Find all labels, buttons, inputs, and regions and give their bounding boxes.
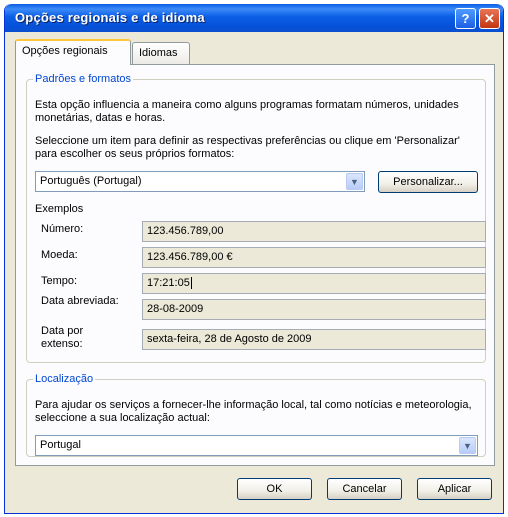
standards-group: Padrões e formatos Esta opção influencia… <box>26 73 486 363</box>
help-icon[interactable]: ? <box>455 8 476 29</box>
standards-group-title: Padrões e formatos <box>35 73 131 85</box>
example-value-short-date: 28-08-2009 <box>142 299 486 320</box>
example-value-long-date: sexta-feira, 28 de Agosto de 2009 <box>142 329 486 350</box>
example-label-short-date: Data abreviada: <box>41 295 119 307</box>
window-title: Opções regionais e de idioma <box>15 10 205 25</box>
example-label-long-date: Data por extenso: <box>41 325 84 350</box>
example-label-currency: Moeda: <box>41 249 78 261</box>
tab-languages[interactable]: Idiomas <box>132 42 190 64</box>
ok-button[interactable]: OK <box>237 478 312 500</box>
example-label-time: Tempo: <box>41 275 78 287</box>
tab-label: Opções regionais <box>22 45 108 57</box>
standards-description: Esta opção influencia a maneira como alg… <box>35 99 459 124</box>
location-select[interactable]: Portugal ▼ <box>35 435 478 456</box>
format-select[interactable]: Português (Portugal) ▼ <box>35 171 365 192</box>
example-value-currency: 123.456.789,00 € <box>142 247 486 268</box>
location-description: Para ajudar os serviços a fornecer-lhe i… <box>35 399 472 424</box>
cancel-button[interactable]: Cancelar <box>327 478 402 500</box>
tab-label: Idiomas <box>139 47 178 59</box>
location-group-title: Localização <box>35 373 94 385</box>
title-bar[interactable]: Opções regionais e de idioma ? ✕ <box>5 4 503 32</box>
chevron-down-icon[interactable]: ▼ <box>459 437 476 454</box>
example-label-number: Número: <box>41 223 84 235</box>
location-select-value: Portugal <box>40 439 81 451</box>
standards-instruction: Seleccione um item para definir as respe… <box>35 135 460 160</box>
example-value-time: 17:21:05 <box>142 273 486 294</box>
customize-button[interactable]: Personalizar... <box>378 171 478 193</box>
tab-panel: Padrões e formatos Esta opção influencia… <box>15 64 495 466</box>
examples-heading: Exemplos <box>35 203 84 215</box>
format-select-value: Português (Portugal) <box>40 175 142 187</box>
close-icon[interactable]: ✕ <box>479 8 500 29</box>
dialog-window: Opções regionais e de idioma ? ✕ Opções … <box>4 4 504 514</box>
example-value-number: 123.456.789,00 <box>142 221 486 242</box>
location-group: Localização Para ajudar os serviços a fo… <box>26 373 486 457</box>
tab-regional-options[interactable]: Opções regionais <box>15 39 131 65</box>
apply-button[interactable]: Aplicar <box>417 478 492 500</box>
chevron-down-icon[interactable]: ▼ <box>346 173 363 190</box>
